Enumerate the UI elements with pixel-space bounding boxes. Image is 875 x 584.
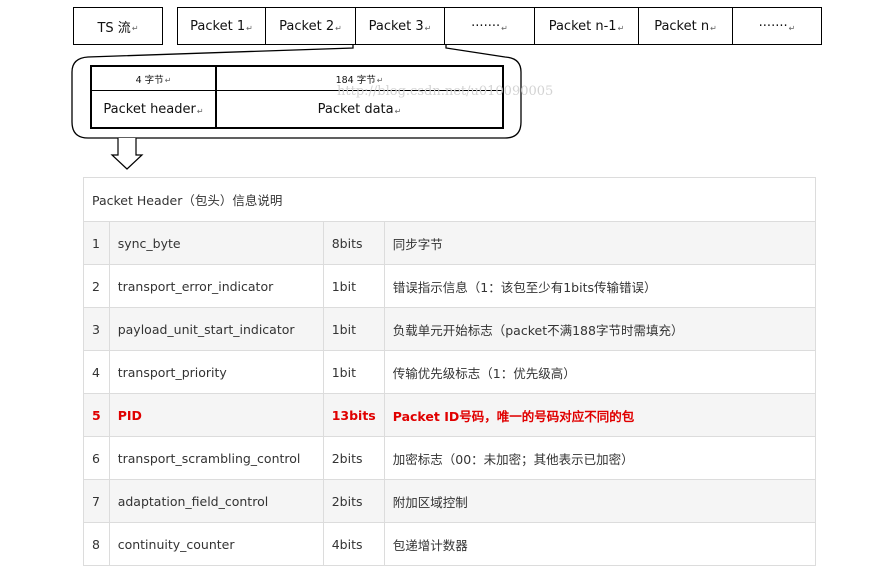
field-bits: 1bit	[322, 307, 385, 351]
field-description: 包递增计数器	[383, 522, 817, 566]
packet-label: Packet n-1	[548, 18, 617, 34]
packet-cell: Packet n ↵	[638, 7, 733, 45]
field-description: 传输优先级标志（1：优先级高）	[383, 350, 817, 394]
header-size-label: 4 字节	[135, 74, 164, 86]
field-name: payload_unit_start_indicator	[108, 307, 324, 351]
field-name: sync_byte	[108, 221, 324, 265]
field-description: 错误指示信息（1：该包至少有1bits传输错误）	[383, 264, 817, 308]
packet-header-table: Packet Header（包头）信息说明 1 sync_byte 8bits 同步字…	[83, 177, 817, 566]
packet-label: ·······	[758, 18, 788, 34]
field-bits: 1bit	[322, 350, 385, 394]
field-bits: 2bits	[322, 479, 385, 523]
watermark: http://blog.csdn.net/u010090005	[337, 84, 554, 99]
packet-cell: ······· ↵	[444, 7, 535, 45]
packet-cell: Packet 2 ↵	[265, 7, 356, 45]
packet-cell: Packet 1 ↵	[177, 7, 266, 45]
row-number: 7	[83, 479, 110, 523]
table-caption: Packet Header（包头）信息说明	[83, 177, 816, 222]
field-bits: 4bits	[322, 522, 385, 566]
row-number: 1	[83, 221, 110, 265]
field-name: transport_scrambling_control	[108, 436, 324, 480]
field-name: transport_error_indicator	[108, 264, 324, 308]
packet-label: Packet 1	[190, 18, 246, 34]
packet-label: Packet 2	[279, 18, 335, 34]
table-row: 4 transport_priority 1bit 传输优先级标志（1：优先级高）	[83, 350, 817, 394]
field-name: transport_priority	[108, 350, 324, 394]
ts-label-cell: TS 流 ↵	[73, 7, 163, 45]
row-number: 8	[83, 522, 110, 566]
field-bits: 2bits	[322, 436, 385, 480]
field-description: 同步字节	[383, 221, 817, 265]
packet-label: Packet 3	[368, 18, 424, 34]
packet-cell: Packet 3 ↵	[355, 7, 445, 45]
field-name: continuity_counter	[108, 522, 324, 566]
packet-label: ·······	[471, 18, 501, 34]
table-row: 8 continuity_counter 4bits 包递增计数器	[83, 522, 817, 566]
packet-cell: ······· ↵	[732, 7, 822, 45]
row-number: 6	[83, 436, 110, 480]
table-row: 5 PID 13bits Packet ID号码，唯一的号码对应不同的包	[83, 393, 817, 437]
field-bits: 8bits	[322, 221, 385, 265]
field-bits: 13bits	[322, 393, 385, 437]
field-name: PID	[108, 393, 324, 437]
table-row: 3 payload_unit_start_indicator 1bit 负载单元开始标…	[83, 307, 817, 351]
packet-label: Packet n	[654, 18, 710, 34]
field-description: 加密标志（00：未加密；其他表示已加密）	[383, 436, 817, 480]
field-description: 附加区域控制	[383, 479, 817, 523]
down-arrow-icon	[110, 138, 144, 170]
row-number: 4	[83, 350, 110, 394]
ts-label: TS 流	[97, 20, 131, 36]
header-size-cell: 4 字节 ↵	[92, 67, 217, 91]
packet-header-label: Packet header	[103, 101, 196, 117]
table-row: 7 adaptation_field_control 2bits 附加区域控制	[83, 479, 817, 523]
row-number: 5	[83, 393, 110, 437]
table-row: 6 transport_scrambling_control 2bits 加密标志（0…	[83, 436, 817, 480]
table-row: 2 transport_error_indicator 1bit 错误指示信息（1：该…	[83, 264, 817, 308]
table-row: 1 sync_byte 8bits 同步字节	[83, 221, 817, 265]
field-name: adaptation_field_control	[108, 479, 324, 523]
packet-data-label: Packet data	[317, 101, 394, 117]
field-description: 负载单元开始标志（packet不满188字节时需填充）	[383, 307, 817, 351]
packet-cell: Packet n-1 ↵	[534, 7, 639, 45]
packet-header-cell: Packet header ↵	[92, 91, 217, 127]
field-bits: 1bit	[322, 264, 385, 308]
field-description: Packet ID号码，唯一的号码对应不同的包	[383, 393, 817, 437]
row-number: 2	[83, 264, 110, 308]
row-number: 3	[83, 307, 110, 351]
